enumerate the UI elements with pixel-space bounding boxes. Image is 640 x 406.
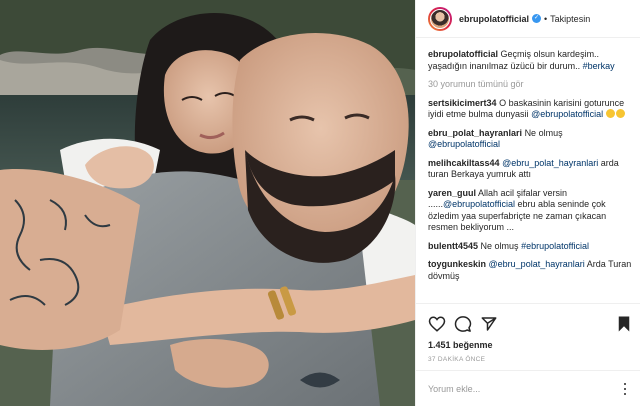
bookmark-icon[interactable] xyxy=(615,315,633,333)
comment-item: sertsikicimert34 O baskasinin karisini g… xyxy=(428,98,633,121)
post-timestamp: 37 DAKİKA ÖNCE xyxy=(428,356,486,363)
laughing-emoji-icon xyxy=(615,109,625,118)
caption-username[interactable]: ebrupolatofficial xyxy=(428,49,498,59)
share-icon[interactable] xyxy=(480,315,498,333)
comment-item: melihcakiltass44 @ebru_polat_hayranlari … xyxy=(428,158,633,181)
comment-hashtag[interactable]: #ebrupolatofficial xyxy=(521,241,589,251)
header-username[interactable]: ebrupolatofficial xyxy=(459,14,529,24)
comment-username[interactable]: ebru_polat_hayranlari xyxy=(428,128,522,138)
laughing-emoji-icon xyxy=(605,109,615,118)
add-comment-bar xyxy=(416,370,640,406)
avatar-image xyxy=(430,8,450,29)
comment-item: yaren_guul Allah acil şifalar versin ...… xyxy=(428,188,633,234)
action-icons-row xyxy=(428,315,633,333)
comment-username[interactable]: bulentt4545 xyxy=(428,241,478,251)
separator-dot: • xyxy=(544,13,548,24)
comment-mention[interactable]: @ebru_polat_hayranlari xyxy=(489,259,585,269)
post-side-panel: ebrupolatofficial ✓ • Takiptesin ebrupol… xyxy=(415,0,640,406)
comment-username[interactable]: yaren_guul xyxy=(428,188,476,198)
comment-mention[interactable]: @ebrupolatofficial xyxy=(428,139,500,149)
options-icon[interactable] xyxy=(619,383,631,395)
comment-icon[interactable] xyxy=(454,315,472,333)
verified-badge-icon: ✓ xyxy=(532,14,542,23)
likes-count[interactable]: 1.451 beğenme xyxy=(428,340,493,350)
avatar[interactable] xyxy=(428,6,452,31)
comment-text: Ne olmuş xyxy=(524,127,563,138)
follow-status[interactable]: Takiptesin xyxy=(550,14,590,24)
post-photo[interactable] xyxy=(0,0,415,406)
post-header: ebrupolatofficial ✓ • Takiptesin xyxy=(416,0,640,38)
post-photo-illustration xyxy=(0,0,415,406)
comment-text: Ne olmuş xyxy=(480,240,519,251)
comment-mention[interactable]: @ebrupolatofficial xyxy=(443,199,515,209)
comment-mention[interactable]: @ebrupolatofficial xyxy=(531,109,603,119)
comments-list: ebrupolatofficial Geçmiş olsun kardeşim.… xyxy=(428,49,633,282)
comment-mention[interactable]: @ebru_polat_hayranlari xyxy=(502,158,598,168)
comment-item: toygunkeskin @ebru_polat_hayranlari Arda… xyxy=(428,259,633,282)
comment-input[interactable] xyxy=(428,381,618,397)
comment-username[interactable]: sertsikicimert34 xyxy=(428,98,497,108)
comment-item: bulentt4545 Ne olmuş #ebrupolatofficial xyxy=(428,241,633,253)
view-all-comments-link[interactable]: 30 yorumun tümünü gör xyxy=(428,79,633,91)
caption-hashtag[interactable]: #berkay xyxy=(583,61,615,71)
comment-item: ebru_polat_hayranlari Ne olmuş @ebrupola… xyxy=(428,128,633,151)
caption: ebrupolatofficial Geçmiş olsun kardeşim.… xyxy=(428,49,633,72)
heart-icon[interactable] xyxy=(428,315,446,333)
comment-username[interactable]: melihcakiltass44 xyxy=(428,158,500,168)
comment-username[interactable]: toygunkeskin xyxy=(428,259,486,269)
